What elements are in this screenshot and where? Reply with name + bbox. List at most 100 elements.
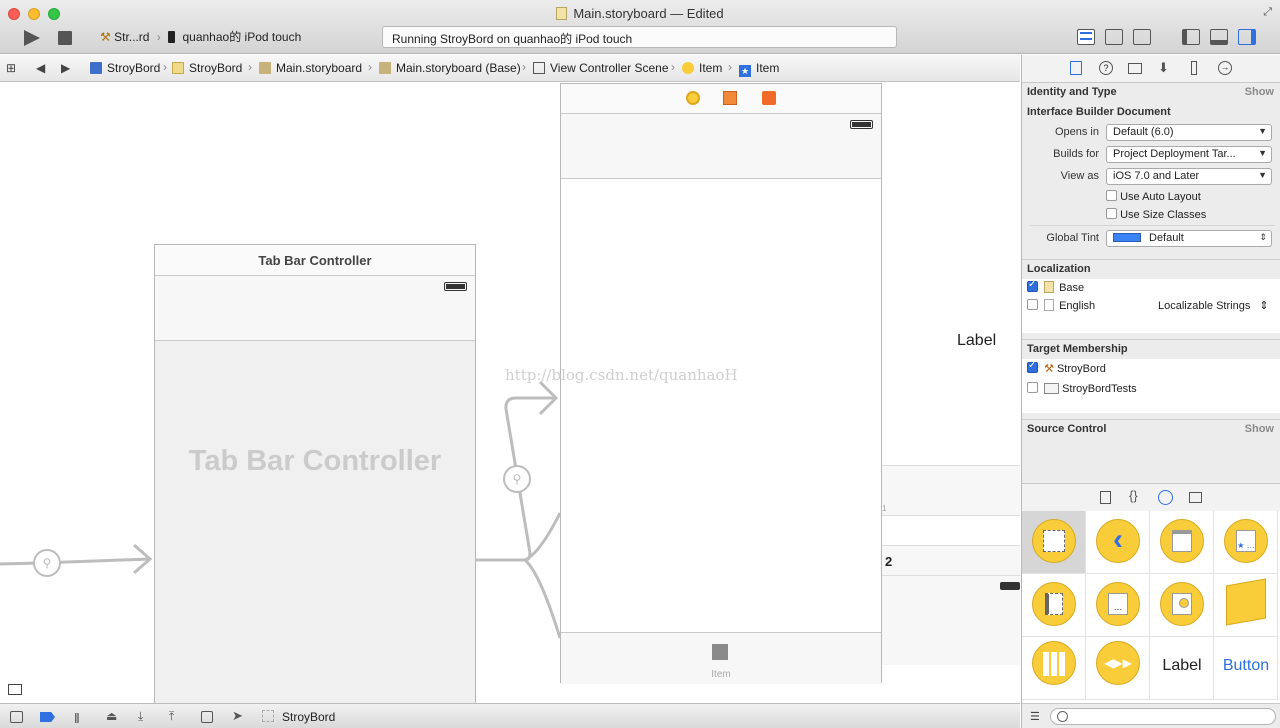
file-inspector-icon[interactable] [1070,61,1082,75]
version-editor-icon[interactable] [1133,29,1151,45]
scheme-selector[interactable]: ⚒ Str...rd › quanhao的 iPod touch [100,28,301,45]
chevron-right-icon: › [522,60,526,74]
media-library-icon[interactable] [1189,492,1202,503]
library-item-navigation-controller[interactable]: ‹ [1086,511,1150,574]
segue-icon[interactable]: ⚲ [503,465,531,493]
library-filter-bar: ☰ [1022,703,1280,728]
library-item-table-view-controller[interactable] [1150,511,1214,574]
library-item-split-view-controller[interactable] [1022,574,1086,637]
utilities-toggle-icon[interactable] [1238,29,1256,45]
list-view-icon[interactable]: ☰ [1030,710,1040,723]
chevron-down-icon: ▼ [1258,126,1267,136]
library-item-glkit-view-controller[interactable] [1150,574,1214,637]
status-bar-area [561,114,881,179]
view-controller-icon [682,62,694,74]
show-toggle[interactable]: Show [1245,423,1274,435]
assistant-editor-icon[interactable] [1105,29,1123,45]
exit-icon[interactable] [762,91,776,105]
folder-icon [172,62,184,74]
crumb-tab-item[interactable]: ★ Item [739,61,779,77]
target-membership-header: Target Membership [1022,339,1280,359]
builds-for-popup[interactable]: Project Deployment Tar... ▼ [1106,146,1272,163]
library-tabs: {} [1022,483,1280,511]
storyboard-file-icon [556,7,568,20]
navigator-toggle-icon[interactable] [1182,29,1200,45]
library-item-object[interactable] [1214,574,1278,637]
location-icon[interactable]: ➤ [232,708,243,724]
debug-bar: ‖ ⏏ ⤓ ⤒ ➤ StroyBord [0,703,1020,728]
fullscreen-icon[interactable]: ⤢ [1263,6,1272,19]
related-items-icon[interactable]: ⊞ [6,61,16,75]
breakpoints-icon[interactable] [40,712,55,722]
library-item-view-controller[interactable] [1022,511,1086,574]
attributes-inspector-icon[interactable]: ⬇ [1158,60,1169,76]
chevron-right-icon: › [671,60,675,74]
window-toolbar: Main.storyboard — Edited ⤢ ⚒ Str...rd › … [0,0,1280,54]
battery-icon [1000,582,1020,590]
table-view-scene[interactable]: 1 2 [882,465,1020,665]
crumb-storyboard[interactable]: Main.storyboard [259,61,362,75]
document-outline-toggle-icon[interactable] [8,684,22,695]
standard-editor-icon[interactable] [1077,29,1095,45]
library-filter-field[interactable] [1050,708,1276,725]
back-icon[interactable]: ◀ [36,61,45,75]
debug-target-label: StroyBord [282,710,336,724]
library-item-page-view-controller[interactable]: … [1086,574,1150,637]
localization-header: Localization [1022,259,1280,279]
chevron-right-icon: › [728,60,732,74]
auto-layout-checkbox[interactable]: Use Auto Layout [1106,190,1201,203]
strings-file-icon [1044,281,1055,293]
view-debugger-icon[interactable] [201,711,213,723]
step-over-icon[interactable]: ⏏ [106,709,117,723]
size-classes-checkbox[interactable]: Use Size Classes [1106,208,1206,221]
forward-icon[interactable]: ▶ [61,61,70,75]
strings-file-icon [1044,299,1055,311]
view-controller-icon[interactable] [686,91,700,105]
quick-help-icon[interactable]: ? [1099,61,1113,75]
target-tests-row[interactable]: StroyBordTests [1027,382,1137,395]
step-into-icon[interactable]: ⤓ [138,709,143,724]
library-item-label[interactable]: Label [1150,637,1214,700]
storyboard-file-icon [379,62,391,74]
crumb-group[interactable]: StroyBord [172,61,242,75]
stop-button[interactable] [58,31,72,45]
crumb-item[interactable]: Item [682,61,722,75]
library-item-button[interactable]: Button [1214,637,1278,700]
debug-area-toggle-icon[interactable] [1210,29,1228,45]
storyboard-canvas[interactable]: Tab Bar Controller Tab Bar Controller ⚲ … [0,83,1020,703]
crumb-storyboard-base[interactable]: Main.storyboard (Base) [379,61,521,75]
loc-english-row[interactable]: English [1027,299,1095,312]
size-inspector-icon[interactable] [1191,61,1197,75]
view-as-popup[interactable]: iOS 7.0 and Later ▼ [1106,168,1272,185]
code-snippet-icon[interactable]: {} [1129,488,1138,503]
object-library-icon[interactable] [1158,490,1173,505]
target-main-row[interactable]: ⚒StroyBord [1027,360,1106,375]
identity-inspector-icon[interactable] [1128,63,1142,74]
pause-icon[interactable]: ‖ [74,710,80,726]
file-template-icon[interactable] [1100,491,1111,504]
crumb-scene[interactable]: View Controller Scene [533,61,669,75]
global-tint-popup[interactable]: Default ⇕ [1106,230,1272,247]
run-button[interactable] [22,29,42,47]
first-responder-icon[interactable] [723,91,737,105]
chevron-right-icon: › [156,30,161,44]
segue-icon[interactable]: ⚲ [33,549,61,577]
hide-debug-area-icon[interactable] [10,711,23,723]
crumb-project[interactable]: StroyBord [90,61,160,75]
loc-english-type-popup[interactable]: Localizable Strings ⇕ [1158,299,1269,312]
project-icon [90,62,102,74]
show-toggle[interactable]: Show [1245,86,1274,98]
watermark: http://blog.csdn.net/quanhaoH [505,366,738,384]
chevron-down-icon: ▼ [1258,148,1267,158]
connections-inspector-icon[interactable]: → [1218,61,1232,75]
canvas-label[interactable]: Label [957,332,996,350]
library-item-collection-view-controller[interactable]: ★ … [1214,511,1278,574]
target-membership-section: ⚒StroyBord StroyBordTests [1022,359,1280,413]
library-item-collection-view[interactable] [1022,637,1086,700]
filter-icon [1057,711,1068,722]
step-out-icon[interactable]: ⤒ [169,709,174,724]
opens-in-popup[interactable]: Default (6.0) ▼ [1106,124,1272,141]
library-item-av-player[interactable]: ◀▶▶ [1086,637,1150,700]
loc-base-row[interactable]: Base [1027,279,1084,294]
tab-item-icon[interactable] [712,644,728,660]
